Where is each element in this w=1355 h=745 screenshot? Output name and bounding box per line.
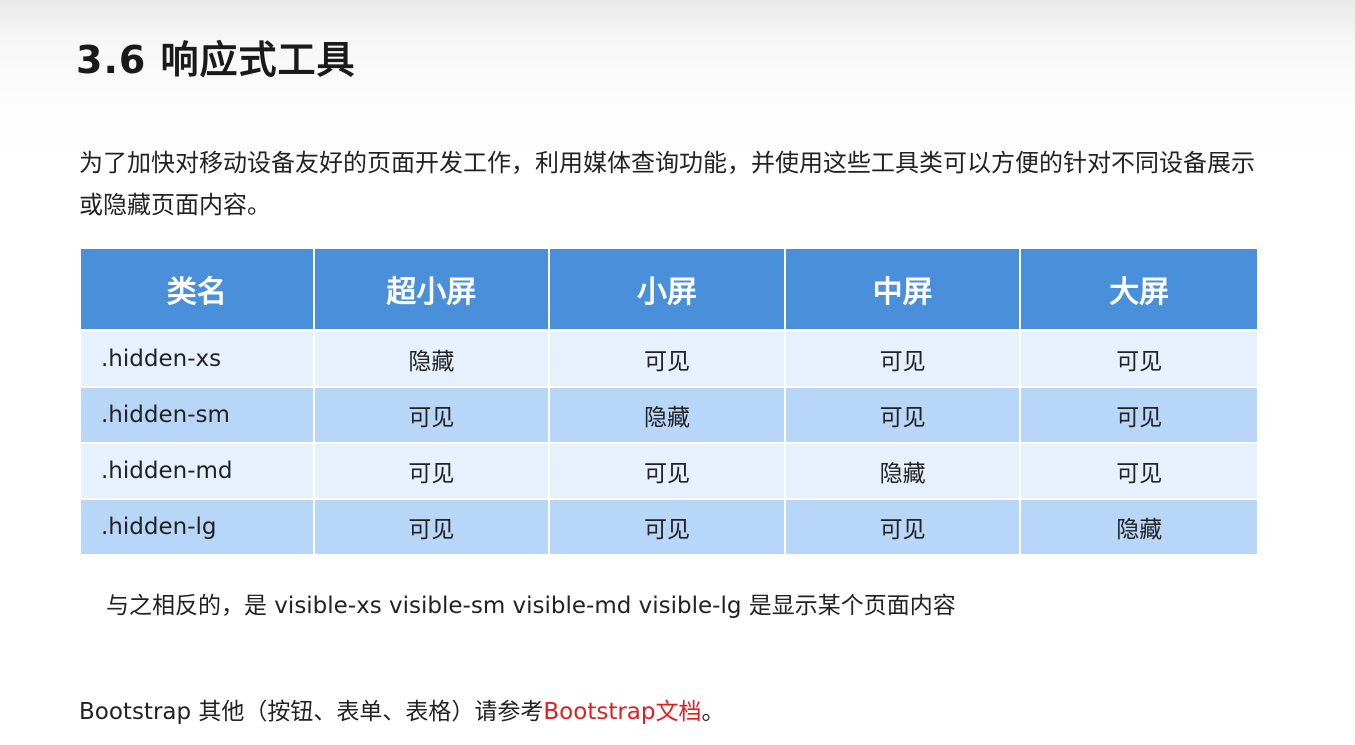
table-row: .hidden-md 可见 可见 隐藏 可见 <box>81 444 1257 500</box>
table-cell: 可见 <box>785 500 1022 554</box>
header-medium: 中屏 <box>785 249 1022 332</box>
table-row: .hidden-lg 可见 可见 可见 隐藏 <box>81 500 1257 554</box>
table-cell: 可见 <box>550 332 786 388</box>
table-cell-class: .hidden-lg <box>81 500 315 554</box>
bootstrap-docs-link[interactable]: Bootstrap文档 <box>543 699 701 725</box>
table-cell: 可见 <box>785 332 1022 388</box>
visible-classes-note: 与之相反的，是 visible-xs visible-sm visible-md… <box>106 593 956 619</box>
table-row: .hidden-sm 可见 隐藏 可见 可见 <box>81 388 1257 444</box>
table-cell: 隐藏 <box>550 388 786 444</box>
responsive-utilities-table: 类名 超小屏 小屏 中屏 大屏 .hidden-xs 隐藏 可见 可见 可见 .… <box>81 249 1257 554</box>
table-cell: 可见 <box>314 444 551 500</box>
header-extra-small: 超小屏 <box>314 249 551 332</box>
table-cell-class: .hidden-xs <box>81 332 315 388</box>
table-row: .hidden-xs 隐藏 可见 可见 可见 <box>81 332 1257 388</box>
table-cell: 可见 <box>314 500 551 554</box>
table-cell-class: .hidden-sm <box>81 388 315 444</box>
slide-title: 3.6 响应式工具 <box>76 38 356 82</box>
table-cell: 隐藏 <box>785 444 1022 500</box>
footer-text: Bootstrap 其他（按钮、表单、表格）请参考Bootstrap文档。 <box>79 694 725 730</box>
table-header-row: 类名 超小屏 小屏 中屏 大屏 <box>81 249 1257 332</box>
table-cell: 可见 <box>1021 388 1257 444</box>
footer-prefix: Bootstrap 其他（按钮、表单、表格）请参考 <box>79 699 544 725</box>
table-cell: 可见 <box>550 500 786 554</box>
table-cell: 隐藏 <box>1021 500 1257 554</box>
table-cell-class: .hidden-md <box>81 444 315 500</box>
header-large: 大屏 <box>1021 249 1257 332</box>
table-cell: 可见 <box>550 444 786 500</box>
header-small: 小屏 <box>550 249 786 332</box>
footer-suffix: 。 <box>701 699 725 725</box>
table-cell: 可见 <box>314 388 551 444</box>
table-cell: 可见 <box>1021 332 1257 388</box>
table-cell: 可见 <box>785 388 1022 444</box>
header-class-name: 类名 <box>81 249 315 332</box>
table-cell: 可见 <box>1021 444 1257 500</box>
slide: 3.6 响应式工具 为了加快对移动设备友好的页面开发工作，利用媒体查询功能，并使… <box>0 0 1355 745</box>
intro-paragraph: 为了加快对移动设备友好的页面开发工作，利用媒体查询功能，并使用这些工具类可以方便… <box>79 149 1255 219</box>
table-cell: 隐藏 <box>314 332 551 388</box>
